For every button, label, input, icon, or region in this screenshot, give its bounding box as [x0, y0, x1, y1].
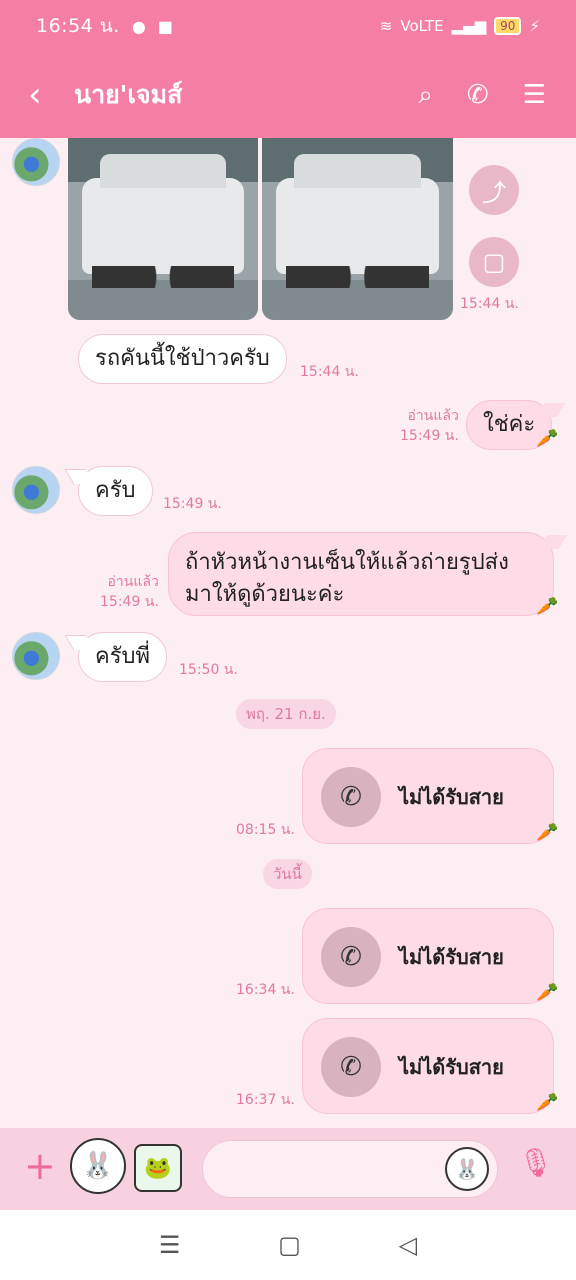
recent-apps-icon[interactable]: ☰: [159, 1231, 181, 1259]
message-time: 15:49 น.: [163, 496, 222, 512]
read-status: อ่านแล้ว 15:49 น.: [100, 572, 159, 612]
message-time: 15:50 น.: [179, 662, 238, 678]
emoji-icon[interactable]: 🐰: [445, 1147, 489, 1191]
chat-area[interactable]: ⤴ ▢ 15:44 น. รถคันนี้ใช้ป่าวครับ 15:44 น…: [0, 138, 576, 1128]
chat-title: นาย'เจมส์: [74, 80, 183, 109]
avatar[interactable]: [12, 632, 60, 680]
avatar[interactable]: [12, 466, 60, 514]
carrot-icon: 🥕: [536, 1092, 559, 1113]
message-time: 08:15 น.: [236, 822, 295, 838]
status-bar: 16:54 น. ● ■ ≋ VoLTE ▂▄▆ 90 ⚡: [0, 0, 576, 52]
photo-1[interactable]: [68, 138, 258, 320]
message-text: มาให้ดูด้วยนะค่ะ: [185, 582, 345, 607]
album-icon[interactable]: ▢: [469, 237, 519, 287]
photo-2[interactable]: [262, 138, 453, 320]
avatar[interactable]: [12, 138, 60, 186]
carrot-icon: 🥕: [536, 982, 559, 1003]
system-nav-bar: ☰ ▢ ◁: [0, 1210, 576, 1280]
volte-label: VoLTE: [400, 17, 444, 35]
input-bar: + 🐰 🐸 🐰 🎙: [0, 1128, 576, 1210]
message-input[interactable]: [221, 1153, 441, 1185]
search-icon[interactable]: ⌕: [418, 80, 433, 111]
message-text: รถคันนี้ใช้ป่าวครับ: [95, 346, 270, 371]
line-notification-icon: ●: [131, 16, 146, 36]
signal-icon: ▂▄▆: [451, 17, 487, 35]
missed-call-3[interactable]: ✆ ไม่ได้รับสาย: [302, 1018, 554, 1114]
missed-call-label: ไม่ได้รับสาย: [399, 785, 504, 809]
date-separator: พฤ. 21 ก.ย.: [236, 699, 336, 729]
missed-call-1[interactable]: ✆ ไม่ได้รับสาย: [302, 748, 554, 844]
missed-call-2[interactable]: ✆ ไม่ได้รับสาย: [302, 908, 554, 1004]
back-icon[interactable]: ‹: [28, 75, 68, 115]
facebook-notification-icon: ■: [157, 16, 173, 36]
chat-header: ‹ นาย'เจมส์ ⌕ ✆ ☰: [0, 52, 576, 138]
message-text: ใช่ค่ะ: [483, 412, 536, 437]
message-time: 15:49 น.: [400, 428, 459, 444]
message-time: 16:34 น.: [236, 982, 295, 998]
message-time: 15:49 น.: [100, 594, 159, 610]
back-nav-icon[interactable]: ◁: [399, 1231, 417, 1259]
phone-call-icon: ✆: [321, 927, 381, 987]
message-out-2[interactable]: ถ้าหัวหน้างานเซ็นให้แล้วถ่ายรูปส่ง มาให้…: [168, 532, 554, 616]
sticker-icon[interactable]: 🐰: [70, 1138, 126, 1194]
phone-call-icon: ✆: [321, 1037, 381, 1097]
battery-icon: 90: [494, 17, 522, 35]
message-time: 16:37 น.: [236, 1092, 295, 1108]
message-time: 15:44 น.: [300, 364, 359, 380]
header-actions: ⌕ ✆ ☰: [418, 80, 546, 111]
read-label: อ่านแล้ว: [107, 574, 159, 590]
phone-icon[interactable]: ✆: [467, 80, 489, 111]
menu-icon[interactable]: ☰: [523, 80, 546, 111]
wifi-icon: ≋: [379, 17, 393, 35]
carrot-icon: 🥕: [536, 428, 559, 449]
phone-call-icon: ✆: [321, 767, 381, 827]
message-text: ครับพี่: [95, 644, 150, 669]
photo-time: 15:44 น.: [460, 296, 519, 312]
message-in-2[interactable]: ครับ: [78, 466, 153, 516]
read-label: อ่านแล้ว: [407, 408, 459, 424]
read-status: อ่านแล้ว 15:49 น.: [400, 406, 459, 446]
share-icon[interactable]: ⤴: [469, 165, 519, 215]
image-icon[interactable]: 🐸: [134, 1144, 182, 1192]
date-separator: วันนี้: [263, 859, 312, 889]
message-in-3[interactable]: ครับพี่: [78, 632, 167, 682]
status-right: ≋ VoLTE ▂▄▆ 90 ⚡: [380, 17, 540, 35]
missed-call-label: ไม่ได้รับสาย: [399, 945, 504, 969]
carrot-icon: 🥕: [536, 822, 559, 843]
message-text: ถ้าหัวหน้างานเซ็นให้แล้วถ่ายรูปส่ง: [185, 550, 509, 575]
plus-icon[interactable]: +: [24, 1146, 56, 1186]
missed-call-label: ไม่ได้รับสาย: [399, 1055, 504, 1079]
mic-icon[interactable]: 🎙: [518, 1146, 554, 1179]
message-in-1[interactable]: รถคันนี้ใช้ป่าวครับ: [78, 334, 287, 384]
home-icon[interactable]: ▢: [278, 1231, 301, 1259]
charging-icon: ⚡: [529, 17, 540, 35]
carrot-icon: 🥕: [536, 596, 559, 617]
message-text: ครับ: [95, 478, 136, 503]
status-time: 16:54 น.: [36, 15, 120, 37]
message-input-box[interactable]: 🐰: [202, 1140, 498, 1198]
